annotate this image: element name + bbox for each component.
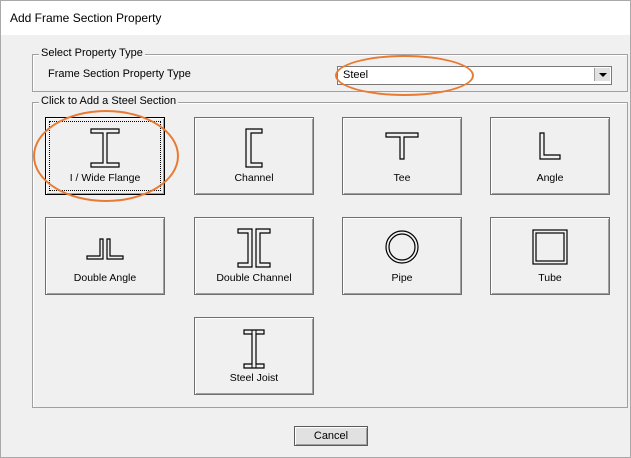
channel-icon	[245, 128, 263, 168]
section-tile-steel-joist[interactable]: Steel Joist	[194, 317, 314, 395]
section-tile-tube[interactable]: Tube	[490, 217, 610, 295]
double-angle-icon	[86, 238, 124, 260]
section-tile-angle[interactable]: Angle	[490, 117, 610, 195]
property-type-group-label: Select Property Type	[39, 47, 145, 59]
section-tile-double-angle[interactable]: Double Angle	[45, 217, 165, 295]
section-tile-double-channel[interactable]: Double Channel	[194, 217, 314, 295]
property-type-label: Frame Section Property Type	[48, 68, 191, 80]
tube-icon	[532, 229, 568, 265]
pipe-icon	[385, 230, 419, 264]
section-tile-label: Double Channel	[216, 272, 292, 284]
section-tile-label: Channel	[234, 172, 274, 184]
section-tile-label: Steel Joist	[229, 372, 279, 384]
chevron-down-icon	[598, 72, 607, 77]
steel-joist-icon	[243, 329, 265, 369]
dialog-window: Add Frame Section Property Select Proper…	[0, 0, 631, 458]
title-bar: Add Frame Section Property	[1, 1, 630, 35]
property-type-value: Steel	[343, 69, 369, 81]
section-tile-channel[interactable]: Channel	[194, 117, 314, 195]
angle-icon	[539, 132, 561, 160]
tee-icon	[385, 132, 419, 160]
section-tile-tee[interactable]: Tee	[342, 117, 462, 195]
section-tile-pipe[interactable]: Pipe	[342, 217, 462, 295]
dropdown-button[interactable]	[594, 68, 610, 81]
steel-section-group-label: Click to Add a Steel Section	[39, 95, 179, 107]
section-tile-label: Pipe	[391, 272, 413, 284]
window-title: Add Frame Section Property	[10, 11, 162, 25]
section-tile-label: Tube	[538, 272, 562, 284]
section-tile-label: Tee	[393, 172, 411, 184]
double-channel-icon	[237, 228, 271, 268]
cancel-button[interactable]: Cancel	[294, 426, 368, 446]
property-type-select[interactable]: Steel	[337, 66, 612, 85]
section-tile-i-wide-flange[interactable]: I / Wide Flange	[45, 117, 165, 195]
section-tile-label: Double Angle	[73, 272, 137, 284]
i-beam-icon	[90, 128, 120, 168]
section-tile-label: I / Wide Flange	[69, 172, 141, 184]
section-tile-label: Angle	[536, 172, 564, 184]
